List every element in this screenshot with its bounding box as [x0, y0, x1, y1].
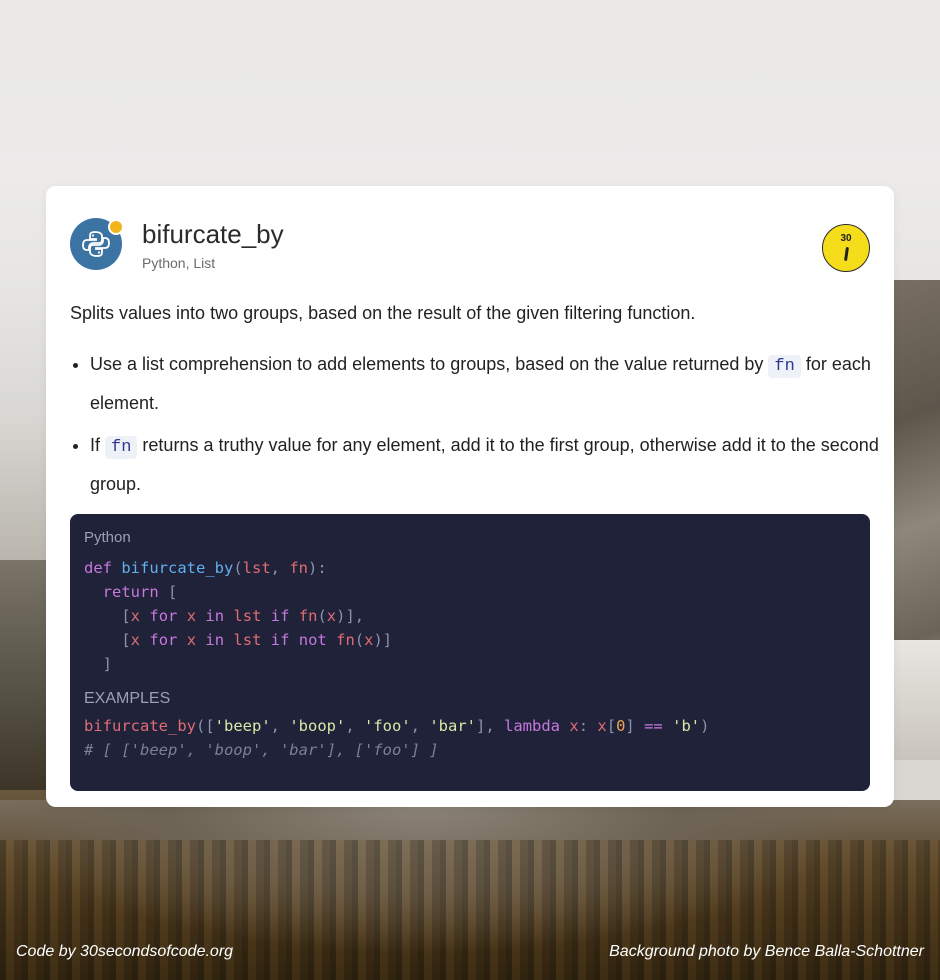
snippet-card: bifurcate_by Python, List 30 Splits valu…	[46, 186, 894, 807]
list-item: Use a list comprehension to add elements…	[90, 346, 890, 421]
inline-code: fn	[768, 355, 801, 378]
snippet-explanation: Use a list comprehension to add elements…	[70, 346, 890, 508]
inline-code: fn	[105, 436, 138, 459]
stopwatch-icon[interactable]: 30	[822, 224, 870, 272]
python-icon	[70, 218, 124, 270]
examples-label: EXAMPLES	[84, 690, 171, 707]
snippet-tags: Python, List	[142, 255, 216, 271]
snippet-description: Splits values into two groups, based on …	[70, 303, 696, 323]
logo-number: 30	[840, 233, 852, 244]
bullet-text: returns a truthy value for any element, …	[90, 435, 879, 494]
code-source[interactable]: def bifurcate_by(lst, fn): return [ [x f…	[84, 556, 856, 676]
example-code[interactable]: bifurcate_by(['beep', 'boop', 'foo', 'ba…	[84, 714, 856, 762]
code-block[interactable]: Python def bifurcate_by(lst, fn): return…	[70, 514, 870, 791]
status-dot	[108, 219, 124, 235]
code-credit-link[interactable]: Code by 30secondsofcode.org	[16, 942, 233, 962]
photo-credit-link[interactable]: Background photo by Bence Balla-Schottne…	[609, 942, 924, 962]
stopwatch-hand	[844, 246, 849, 262]
code-language-label: Python	[84, 529, 131, 546]
list-item: If fn returns a truthy value for any ele…	[90, 427, 890, 502]
bullet-text: Use a list comprehension to add elements…	[90, 354, 769, 374]
snippet-title: bifurcate_by	[142, 219, 284, 249]
bullet-text: If	[90, 435, 106, 455]
example-output: # [ ['beep', 'boop', 'bar'], ['foo'] ]	[84, 741, 439, 759]
snippet-header: bifurcate_by Python, List 30	[70, 218, 870, 278]
python-icon-glyph	[82, 231, 110, 257]
